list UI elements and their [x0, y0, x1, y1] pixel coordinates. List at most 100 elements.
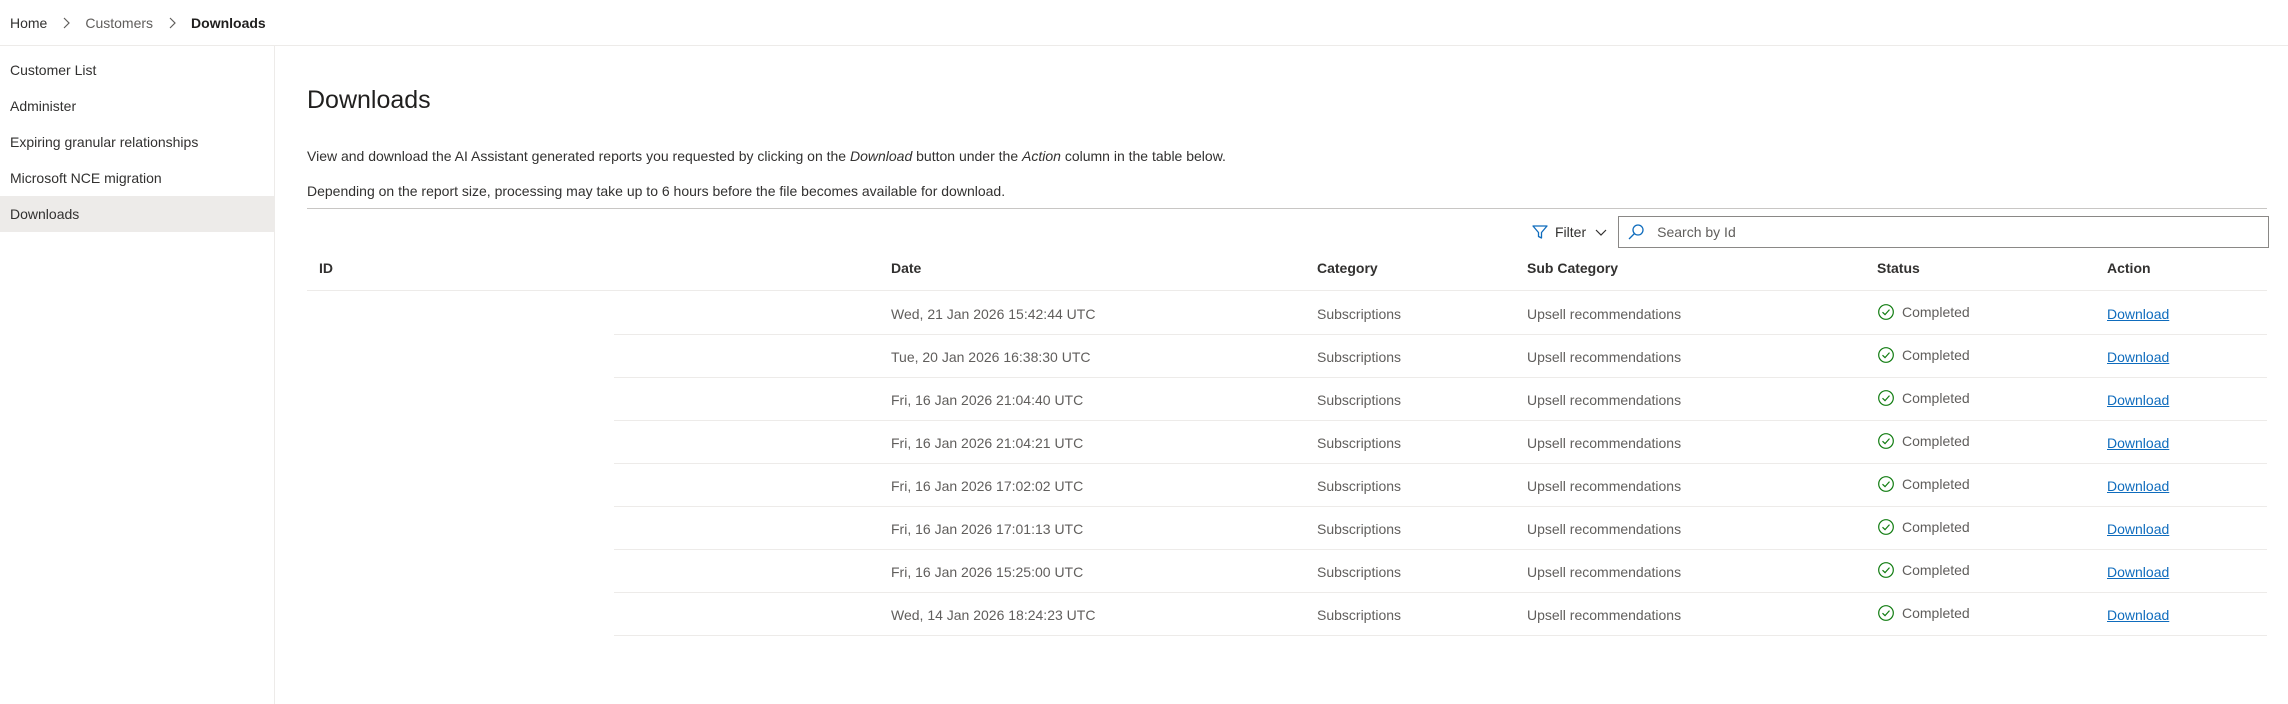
chevron-right-icon — [63, 17, 71, 28]
download-link[interactable]: Download — [2107, 306, 2169, 322]
cell-status: Completed — [1877, 475, 1970, 493]
sidebar-item-administer[interactable]: Administer — [0, 88, 274, 124]
cell-category: Subscriptions — [1317, 349, 1402, 365]
cell-status: Completed — [1877, 604, 1970, 622]
table-row: Fri, 16 Jan 2026 17:02:02 UTC Subscripti… — [307, 464, 2267, 507]
check-circle-icon — [1878, 347, 1894, 363]
cell-category: Subscriptions — [1317, 478, 1402, 494]
cell-status: Completed — [1877, 518, 1970, 536]
check-circle-icon — [1878, 433, 1894, 449]
table-row: Tue, 20 Jan 2026 16:38:30 UTC Subscripti… — [307, 335, 2267, 378]
check-circle-icon — [1878, 605, 1894, 621]
download-link[interactable]: Download — [2107, 478, 2169, 494]
cell-sub-category: Upsell recommendations — [1527, 306, 1682, 322]
cell-status: Completed — [1877, 561, 1970, 579]
cell-sub-category: Upsell recommendations — [1527, 607, 1682, 623]
filter-label: Filter — [1555, 224, 1587, 240]
breadcrumb-customers[interactable]: Customers — [85, 15, 153, 31]
description-emphasis-download: Download — [849, 148, 913, 164]
column-header-id[interactable]: ID — [319, 260, 333, 276]
table-row: Fri, 16 Jan 2026 21:04:21 UTC Subscripti… — [307, 421, 2267, 464]
status-label: Completed — [1902, 519, 1970, 535]
page-description: View and download the AI Assistant gener… — [307, 148, 1226, 164]
cell-category: Subscriptions — [1317, 521, 1402, 537]
cell-date: Fri, 16 Jan 2026 21:04:21 UTC — [891, 435, 1084, 451]
breadcrumb-current: Downloads — [191, 14, 266, 31]
header-divider — [307, 290, 2267, 291]
column-header-category[interactable]: Category — [1317, 260, 1378, 276]
status-label: Completed — [1902, 390, 1970, 406]
chevron-down-icon — [1595, 229, 1607, 236]
cell-sub-category: Upsell recommendations — [1527, 564, 1682, 580]
search-input[interactable] — [1655, 223, 2256, 241]
download-link[interactable]: Download — [2107, 607, 2169, 623]
check-circle-icon — [1878, 304, 1894, 320]
status-label: Completed — [1902, 562, 1970, 578]
cell-sub-category: Upsell recommendations — [1527, 349, 1682, 365]
cell-category: Subscriptions — [1317, 392, 1402, 408]
check-circle-icon — [1878, 390, 1894, 406]
cell-date: Fri, 16 Jan 2026 21:04:40 UTC — [891, 392, 1084, 408]
column-header-sub-category[interactable]: Sub Category — [1527, 260, 1618, 276]
column-header-action: Action — [2107, 260, 2151, 276]
cell-category: Subscriptions — [1317, 306, 1402, 322]
description-text: View and download the AI Assistant gener… — [307, 148, 850, 164]
download-link[interactable]: Download — [2107, 521, 2169, 537]
sidebar-item-expiring-granular-relationships[interactable]: Expiring granular relationships — [0, 124, 274, 160]
row-divider — [614, 635, 2267, 636]
breadcrumb-home[interactable]: Home — [10, 15, 47, 31]
status-label: Completed — [1902, 605, 1970, 621]
cell-category: Subscriptions — [1317, 564, 1402, 580]
check-circle-icon — [1878, 562, 1894, 578]
table-row: Fri, 16 Jan 2026 21:04:40 UTC Subscripti… — [307, 378, 2267, 421]
cell-date: Wed, 21 Jan 2026 15:42:44 UTC — [891, 306, 1096, 322]
cell-date: Fri, 16 Jan 2026 15:25:00 UTC — [891, 564, 1084, 580]
status-label: Completed — [1902, 304, 1970, 320]
cell-status: Completed — [1877, 303, 1970, 321]
table-header: ID Date Category Sub Category Status Act… — [307, 260, 2267, 280]
status-label: Completed — [1902, 433, 1970, 449]
cell-date: Wed, 14 Jan 2026 18:24:23 UTC — [891, 607, 1096, 623]
cell-sub-category: Upsell recommendations — [1527, 478, 1682, 494]
cell-status: Completed — [1877, 389, 1970, 407]
toolbar: Filter — [1527, 216, 2270, 248]
cell-date: Tue, 20 Jan 2026 16:38:30 UTC — [891, 349, 1091, 365]
divider — [307, 208, 2267, 209]
search-box — [1618, 216, 2270, 248]
table-row: Wed, 14 Jan 2026 18:24:23 UTC Subscripti… — [307, 593, 2267, 636]
table-row: Wed, 21 Jan 2026 15:42:44 UTC Subscripti… — [307, 292, 2267, 335]
table-row: Fri, 16 Jan 2026 15:25:00 UTC Subscripti… — [307, 550, 2267, 593]
page-title: Downloads — [307, 86, 431, 114]
sidebar: Customer List Administer Expiring granul… — [0, 46, 275, 704]
processing-note: Depending on the report size, processing… — [307, 183, 1006, 199]
table-row: Fri, 16 Jan 2026 17:01:13 UTC Subscripti… — [307, 507, 2267, 550]
check-circle-icon — [1878, 476, 1894, 492]
cell-date: Fri, 16 Jan 2026 17:01:13 UTC — [891, 521, 1084, 537]
download-link[interactable]: Download — [2107, 564, 2169, 580]
chevron-right-icon — [169, 17, 176, 28]
download-link[interactable]: Download — [2107, 435, 2169, 451]
sidebar-item-microsoft-nce-migration[interactable]: Microsoft NCE migration — [0, 160, 274, 196]
description-emphasis-action: Action — [1022, 148, 1061, 164]
breadcrumb: Home Customers Downloads — [0, 0, 2288, 46]
cell-status: Completed — [1877, 346, 1970, 364]
check-circle-icon — [1878, 519, 1894, 535]
status-label: Completed — [1902, 347, 1970, 363]
description-text: column in the table below. — [1060, 148, 1226, 164]
search-icon — [1628, 224, 1644, 240]
description-text: button under the — [912, 148, 1023, 164]
filter-button[interactable]: Filter — [1527, 216, 1612, 248]
sidebar-item-customer-list[interactable]: Customer List — [0, 52, 274, 88]
cell-sub-category: Upsell recommendations — [1527, 435, 1682, 451]
cell-category: Subscriptions — [1317, 435, 1402, 451]
download-link[interactable]: Download — [2107, 392, 2169, 408]
cell-category: Subscriptions — [1317, 607, 1402, 623]
cell-status: Completed — [1877, 432, 1970, 450]
cell-date: Fri, 16 Jan 2026 17:02:02 UTC — [891, 478, 1084, 494]
download-link[interactable]: Download — [2107, 349, 2169, 365]
sidebar-item-downloads[interactable]: Downloads — [0, 196, 274, 232]
cell-sub-category: Upsell recommendations — [1527, 521, 1682, 537]
column-header-status[interactable]: Status — [1877, 260, 1920, 276]
status-label: Completed — [1902, 476, 1970, 492]
column-header-date[interactable]: Date — [891, 260, 921, 276]
